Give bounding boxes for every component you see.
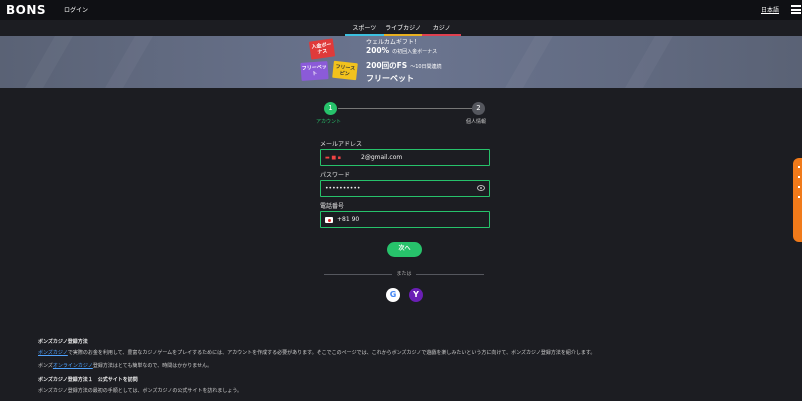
phone-field[interactable]: +81 90 — [320, 211, 490, 228]
seo-paragraph-1: ボンズカジノで実際のお金を利用して、豊富なカジノゲームをプレイするためには、アカ… — [38, 350, 596, 356]
free-spins-line: 200回のFS 〜10日間連続 — [366, 61, 442, 70]
online-casino-link[interactable]: オンラインカジノ — [53, 363, 93, 369]
side-promo-tab[interactable] — [793, 158, 802, 242]
eye-icon[interactable] — [477, 185, 485, 191]
step-2-label: 個人情報 — [466, 119, 487, 125]
japan-flag-icon[interactable] — [325, 217, 333, 223]
next-button[interactable]: 次へ — [387, 242, 422, 257]
welcome-banner[interactable]: 入金ボーナス フリーベット フリースピン ウェルカムギフト！ 200% の初回入金… — [0, 36, 802, 88]
logo[interactable]: BONS — [6, 3, 46, 17]
email-value: 2@gmail.com — [361, 154, 403, 161]
tab-live-casino[interactable]: ライブカジノ — [383, 24, 423, 36]
phone-label: 電話番号 — [320, 203, 345, 210]
password-value: •••••••••• — [325, 185, 361, 192]
welcome-gift-text: ウェルカムギフト！ — [366, 39, 420, 46]
seo-heading-2: ボンズカジノ登録方法１ 公式サイトを訪問 — [38, 377, 138, 383]
email-field[interactable]: ▬ ■ ▪ 2@gmail.com — [320, 149, 490, 166]
step-1-indicator: 1 — [324, 102, 337, 115]
freebet-card: フリーベット — [300, 61, 329, 81]
email-prefix-icon: ▬ ■ ▪ — [325, 155, 342, 161]
step-1-label: アカウント — [316, 119, 342, 125]
freespin-card: フリースピン — [332, 60, 358, 81]
top-bar: BONS ログイン 日本語 — [0, 0, 802, 20]
google-icon[interactable]: G — [386, 288, 400, 302]
yahoo-icon[interactable]: Y — [409, 288, 423, 302]
bons-casino-link[interactable]: ボンズカジノ — [38, 350, 68, 356]
freebet-line: フリーベット — [366, 74, 414, 83]
seo-paragraph-2: ボンズオンラインカジノ登録方法はとても簡単なので、時間はかかりません。 — [38, 363, 213, 369]
deposit-bonus-card: 入金ボーナス — [308, 38, 336, 60]
or-divider: または — [324, 270, 484, 278]
email-label: メールアドレス — [320, 141, 363, 148]
login-link[interactable]: ログイン — [64, 5, 88, 14]
step-2-indicator: 2 — [472, 102, 485, 115]
step-connector — [338, 108, 472, 109]
product-tabs: スポーツ ライブカジノ カジノ — [345, 24, 462, 36]
seo-heading-1: ボンズカジノ登録方法 — [38, 339, 88, 345]
language-selector[interactable]: 日本語 — [761, 5, 779, 14]
hamburger-icon[interactable] — [791, 5, 801, 14]
password-field[interactable]: •••••••••• — [320, 180, 490, 197]
registration-stepper: 1 2 アカウント 個人情報 — [316, 102, 496, 128]
password-label: パスワード — [320, 172, 351, 179]
tab-casino[interactable]: カジノ — [422, 24, 462, 36]
seo-paragraph-3: ボンズカジノ登録方法の最初の手順としては、ボンズカジノの公式サイトを訪れましょう… — [38, 388, 243, 394]
bonus-percent-line: 200% の初回入金ボーナス — [366, 46, 438, 55]
phone-value: +81 90 — [337, 216, 360, 223]
tab-sports[interactable]: スポーツ — [345, 24, 384, 36]
